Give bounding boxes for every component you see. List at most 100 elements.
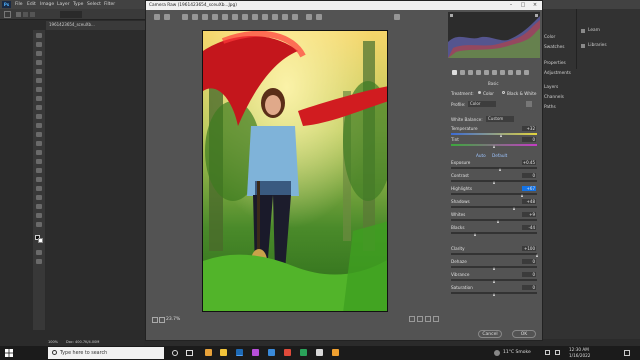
learn-icon[interactable] [581,29,585,33]
more-tools-icon[interactable] [36,222,42,227]
close-icon[interactable]: × [530,2,540,9]
zoom-tool-icon[interactable] [154,14,160,20]
blacks-value[interactable]: -44 [522,225,536,230]
tint-value[interactable]: 0 [522,137,536,142]
app-icon-blue[interactable] [268,349,275,356]
shape-tool-icon[interactable] [36,195,42,200]
minimize-icon[interactable]: – [506,2,516,9]
saturation-thumb[interactable] [492,293,495,296]
exposure-thumb[interactable] [499,168,502,171]
pen-tool-icon[interactable] [36,168,42,173]
vibrance-value[interactable]: 0 [522,272,536,277]
lasso-tool-icon[interactable] [36,51,42,56]
tint-thumb[interactable] [493,145,495,148]
white-balance-tool-icon[interactable] [182,14,188,20]
app-icon-red[interactable] [284,349,291,356]
whites-slider[interactable] [451,219,537,221]
ok-button[interactable]: OK [512,330,536,338]
new-selection-icon[interactable] [16,12,21,17]
zoom-value[interactable]: 23.7% [166,317,180,322]
effects-tab-icon[interactable] [500,70,505,75]
hand-tool-icon[interactable] [164,14,170,20]
stamp-tool-icon[interactable] [36,114,42,119]
adjustment-brush-icon[interactable] [262,14,268,20]
type-tool-icon[interactable] [36,177,42,182]
weather-text[interactable]: 11°C Smoke [503,350,531,355]
document-tab[interactable]: 1961423654_sceuXb... [46,21,146,30]
temperature-thumb[interactable] [500,134,502,137]
volume-icon[interactable] [555,350,560,355]
feather-input[interactable] [60,11,82,18]
menu-type[interactable]: Type [73,2,83,7]
shadows-value[interactable]: +48 [522,199,536,204]
brush-tool-icon[interactable] [36,105,42,110]
basic-tab-icon[interactable] [452,70,457,75]
panel-learn[interactable]: Learn [588,28,600,33]
task-view-icon[interactable] [186,350,193,356]
app-icon-purple[interactable] [252,349,259,356]
panel-color[interactable]: Color [544,35,555,40]
zoom-out-icon[interactable] [152,317,158,323]
highlights-thumb[interactable] [520,194,523,197]
graduated-filter-icon[interactable] [272,14,278,20]
panel-swatches[interactable]: Swatches [544,45,565,50]
dodge-tool-icon[interactable] [36,159,42,164]
menu-filter[interactable]: Filter [104,2,115,7]
treatment-color-radio[interactable] [478,91,481,94]
zoom-tool-icon[interactable] [36,213,42,218]
cortana-icon[interactable] [172,350,178,356]
network-icon[interactable] [545,350,550,355]
panel-libraries[interactable]: Libraries [588,43,607,48]
color-sampler-icon[interactable] [192,14,198,20]
add-selection-icon[interactable] [23,12,28,17]
saturation-value[interactable]: 0 [522,285,536,290]
libraries-icon[interactable] [581,44,585,48]
highlights-slider[interactable] [451,193,537,195]
panel-adjustments[interactable]: Adjustments [544,71,571,76]
app-icon-orange[interactable] [332,349,339,356]
calibration-tab-icon[interactable] [508,70,513,75]
menu-select[interactable]: Select [87,2,101,7]
eraser-tool-icon[interactable] [36,132,42,137]
app-icon-white[interactable] [316,349,323,356]
spot-removal-icon[interactable] [242,14,248,20]
app-icon-green[interactable] [300,349,307,356]
windows-start-icon[interactable] [5,349,13,357]
temperature-value[interactable]: +32 [522,126,536,131]
blacks-thumb[interactable] [473,233,476,236]
contrast-value[interactable]: 0 [522,173,536,178]
detail-tab-icon[interactable] [468,70,473,75]
path-select-tool-icon[interactable] [36,186,42,191]
screen-mode-icon[interactable] [36,259,42,264]
white-balance-select[interactable]: Custom [486,116,514,122]
shadows-slider[interactable] [451,206,537,208]
panel-paths[interactable]: Paths [544,105,556,110]
lens-tab-icon[interactable] [492,70,497,75]
marquee-tool-icon[interactable] [36,42,42,47]
dehaze-value[interactable]: 0 [522,259,536,264]
exposure-value[interactable]: +0.45 [522,160,536,165]
menu-edit[interactable]: Edit [27,2,36,7]
marquee-icon[interactable] [4,11,11,18]
healing-tool-icon[interactable] [36,96,42,101]
move-tool-icon[interactable] [36,33,42,38]
zoom-in-icon[interactable] [159,317,165,323]
menu-image[interactable]: Image [40,2,54,7]
maximize-icon[interactable]: □ [518,2,528,9]
targeted-adjust-icon[interactable] [202,14,208,20]
rotate-left-icon[interactable] [306,14,312,20]
rotate-right-icon[interactable] [316,14,322,20]
eyedropper-tool-icon[interactable] [36,87,42,92]
split-toning-tab-icon[interactable] [484,70,489,75]
radial-filter-icon[interactable] [282,14,288,20]
snapshots-tab-icon[interactable] [524,70,529,75]
preview-settings-icon[interactable] [433,316,439,322]
file-explorer-icon[interactable] [220,349,227,356]
quick-select-tool-icon[interactable] [36,60,42,65]
history-brush-tool-icon[interactable] [36,123,42,128]
frame-tool-icon[interactable] [36,78,42,83]
weather-icon[interactable] [494,350,500,356]
whites-value[interactable]: +9 [522,212,536,217]
clarity-value[interactable]: +100 [522,246,536,251]
cancel-button[interactable]: Cancel [478,330,502,338]
